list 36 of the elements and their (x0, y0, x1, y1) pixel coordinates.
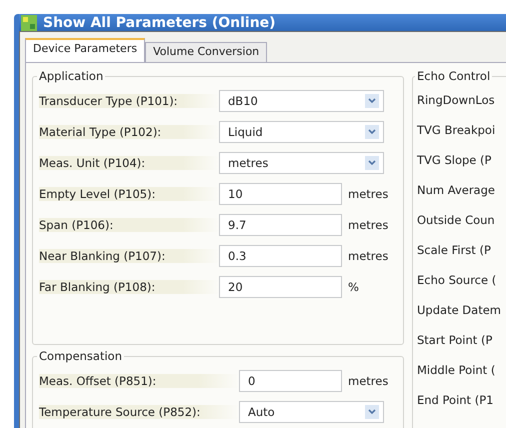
field-label: Echo Source ( (417, 272, 498, 289)
field-label: End Point (P1 (417, 392, 494, 409)
field-label: RingDownLos (417, 92, 496, 109)
app-icon (21, 14, 37, 30)
dropdown[interactable]: dB10 (219, 90, 384, 112)
unit-label: metres (348, 248, 388, 262)
unit-label: metres (348, 218, 388, 232)
field-label: Start Point (P (417, 332, 494, 349)
input-field[interactable]: 10 (219, 182, 342, 204)
chevron-icon (365, 156, 379, 170)
chevron-icon (365, 124, 379, 138)
field-label: Update Datem (417, 302, 502, 319)
field-label: Scale First (P (417, 242, 492, 259)
input-field[interactable]: 9.7 (219, 214, 342, 236)
unit-label: metres (348, 374, 388, 388)
group-title: Compensation (38, 349, 123, 363)
chevron-icon (365, 94, 379, 108)
input-field[interactable]: 0 (239, 370, 342, 392)
chevron-icon (365, 404, 379, 418)
input-field[interactable]: 20 (219, 276, 342, 298)
dropdown[interactable]: metres (219, 152, 384, 174)
tab[interactable]: Device Parameters (25, 38, 146, 62)
group-title: Application (38, 69, 104, 83)
dropdown[interactable]: Liquid (219, 120, 384, 142)
dropdown[interactable]: Auto (239, 400, 384, 422)
input-field[interactable]: 0.3 (219, 244, 342, 266)
field-label: TVG Breakpoi (417, 122, 496, 139)
field-label: TVG Slope (P (417, 152, 492, 169)
window-title: Show All Parameters (Online) (43, 14, 276, 30)
tab[interactable]: Volume Conversion (145, 42, 268, 62)
field-label: Middle Point ( (417, 362, 496, 379)
unit-label: metres (348, 186, 388, 200)
unit-label: % (348, 280, 359, 294)
group-title: Echo Control (416, 70, 492, 83)
field-label: Num Average (417, 182, 496, 199)
field-label: Outside Coun (417, 212, 496, 229)
